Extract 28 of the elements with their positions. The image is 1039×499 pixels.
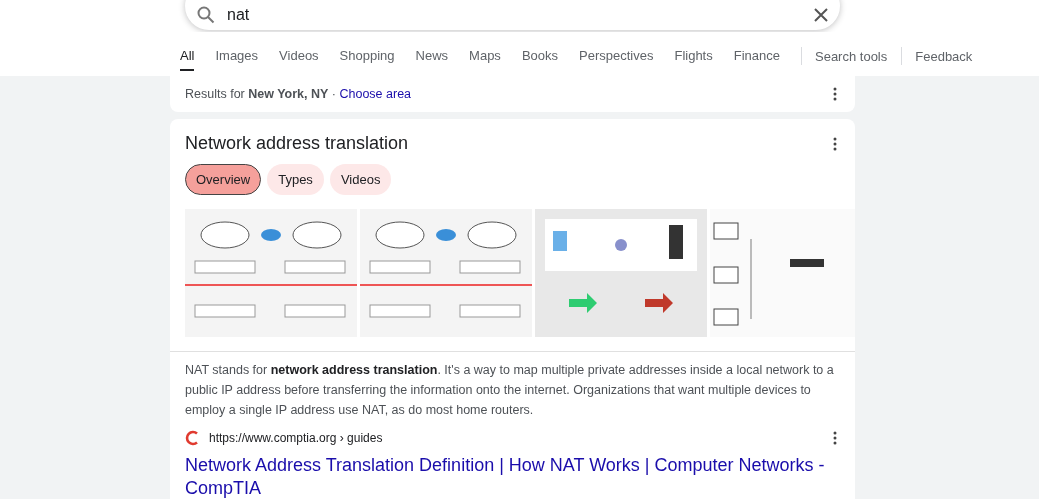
search-tab[interactable]: Flights xyxy=(674,46,713,71)
panel-title: Network address translation xyxy=(185,133,409,154)
more-options-icon[interactable] xyxy=(833,87,837,101)
result-url: https://www.comptia.org › guides xyxy=(209,431,384,445)
snippet-text: NAT stands for network address translation. It's a way to map multiple private addresses inside a local network to a public IP address before transferring the information onto the internet. Organizations that want multiple devices to employ a single IP address use NAT, as do most home routers. xyxy=(184,362,835,419)
result-title-link[interactable]: Network Address Translation Definition | How NAT Works | Computer Networks - CompTIA xyxy=(170,446,855,499)
search-tab[interactable]: Books xyxy=(521,46,558,71)
close-icon[interactable] xyxy=(814,8,828,22)
search-tab[interactable]: Maps xyxy=(469,46,501,71)
search-tab[interactable]: Finance xyxy=(733,46,780,71)
toolbar-link[interactable]: Search tools xyxy=(815,47,888,70)
filter-chip[interactable]: Videos xyxy=(329,164,392,195)
search-tab[interactable]: News xyxy=(415,46,449,71)
more-options-icon[interactable] xyxy=(833,431,837,445)
site-logo-icon xyxy=(185,430,199,446)
search-icon[interactable] xyxy=(197,6,215,24)
location-text: Results for New York, NY · Choose area xyxy=(185,87,412,101)
choose-area-link[interactable]: Choose area xyxy=(339,87,412,101)
filter-chip[interactable]: Types xyxy=(267,164,324,195)
search-field[interactable]: nat xyxy=(227,6,814,24)
search-tab[interactable]: All xyxy=(180,46,195,71)
search-tab[interactable]: Videos xyxy=(279,46,319,71)
more-options-icon[interactable] xyxy=(833,136,837,151)
search-tab[interactable]: Perspectives xyxy=(579,46,654,71)
filter-chip[interactable]: Overview xyxy=(185,164,262,195)
search-tab[interactable]: Images xyxy=(215,46,259,71)
search-tab[interactable]: Shopping xyxy=(339,46,395,71)
toolbar-link[interactable]: Feedback xyxy=(915,47,973,70)
